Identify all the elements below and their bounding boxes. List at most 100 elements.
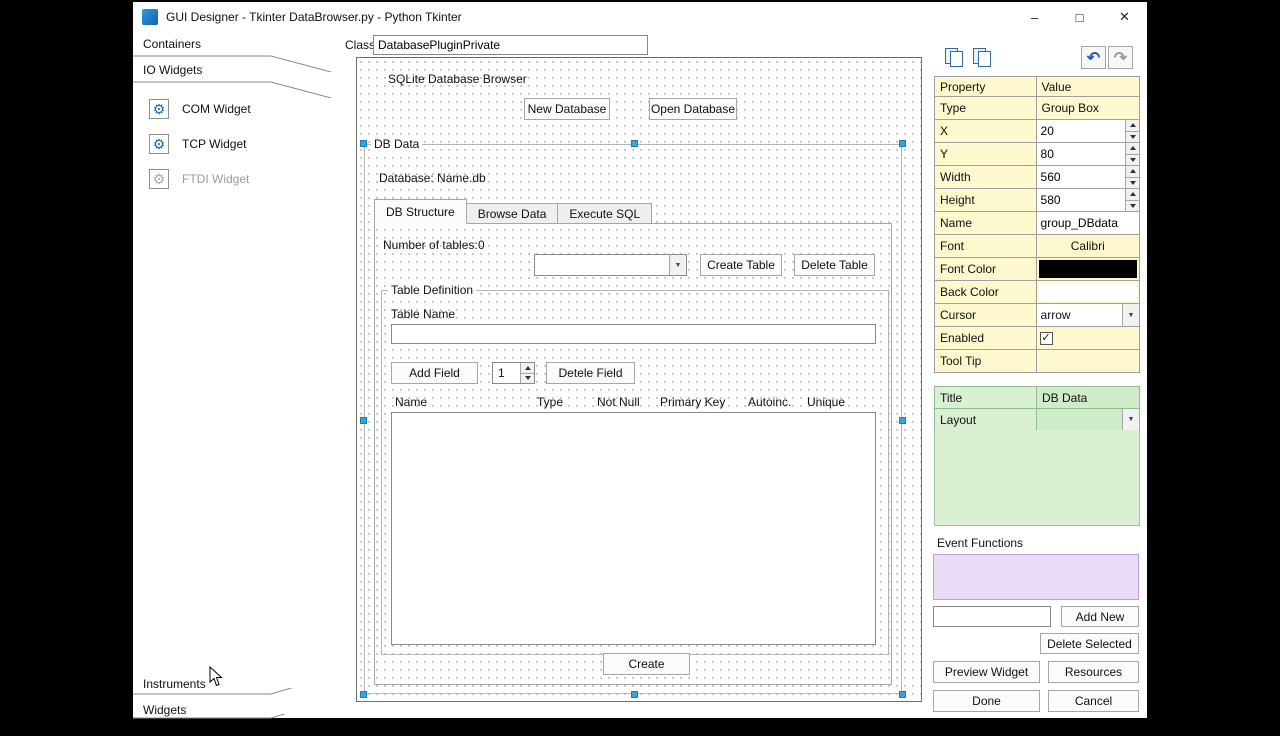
delete-table-button[interactable]: Delete Table (794, 254, 875, 276)
sidebar-section-label: Widgets (143, 703, 187, 717)
chevron-down-icon[interactable]: ▼ (1122, 409, 1139, 430)
property-row-back-color: Back Color (935, 281, 1140, 304)
cancel-button[interactable]: Cancel (1048, 690, 1139, 712)
copy-widget-icon[interactable] (944, 47, 964, 67)
chevron-down-icon[interactable]: ▼ (669, 255, 686, 275)
chevron-down-icon[interactable]: ▼ (1122, 304, 1139, 326)
selection-handle[interactable] (899, 140, 906, 147)
prop-value-x (1036, 120, 1140, 142)
selection-handle[interactable] (360, 691, 367, 698)
class-name-input[interactable] (373, 35, 648, 55)
app-window: GUI Designer - Tkinter DataBrowser.py - … (133, 2, 1147, 719)
delete-selected-button[interactable]: Delete Selected (1040, 633, 1139, 654)
close-button[interactable]: ✕ (1102, 2, 1147, 32)
design-canvas[interactable]: SQLite Database Browser New Database Ope… (356, 57, 922, 702)
spinner-down-icon[interactable] (1126, 199, 1139, 211)
spinner-up-icon[interactable] (1126, 189, 1139, 200)
tool-tip-value[interactable] (1037, 350, 1140, 372)
prop-value-height (1036, 189, 1140, 211)
spinner-up-icon[interactable] (1126, 166, 1139, 177)
property-row-enabled: Enabled ✓ (935, 327, 1140, 350)
selection-handle[interactable] (631, 691, 638, 698)
event-functions-listbox[interactable] (933, 554, 1139, 600)
spinner-down-icon[interactable] (1126, 130, 1139, 142)
window-title: GUI Designer - Tkinter DataBrowser.py - … (166, 10, 462, 24)
redo-button[interactable]: ↷ (1108, 46, 1133, 69)
prop-label: Name (935, 212, 1037, 234)
section-divider-line (133, 81, 332, 98)
selection-handle[interactable] (899, 417, 906, 424)
open-database-button[interactable]: Open Database (649, 98, 737, 120)
widget-item-com[interactable]: ⚙ COM Widget (149, 98, 251, 120)
font-color-swatch[interactable] (1036, 258, 1139, 280)
sidebar-section-instruments[interactable]: Instruments (133, 674, 332, 696)
header-property: Property (935, 77, 1037, 96)
green-spacer-area (934, 430, 1140, 526)
selection-handle[interactable] (360, 417, 367, 424)
paste-widget-icon[interactable] (972, 47, 992, 67)
table-name-input[interactable] (391, 324, 876, 344)
table-select-dropdown[interactable]: ▼ (534, 254, 687, 276)
create-table-button[interactable]: Create Table (700, 254, 782, 276)
property-row-tool-tip: Tool Tip (935, 350, 1140, 373)
event-function-input[interactable] (933, 606, 1051, 627)
spinner-down-icon[interactable] (1126, 176, 1139, 188)
font-button[interactable]: Calibri (1037, 235, 1140, 257)
db-data-groupbox[interactable]: DB Data Database: Name.db DB Structure B… (360, 137, 906, 698)
column-header-primary-key: Primary Key (660, 395, 726, 409)
height-input[interactable] (1036, 189, 1125, 211)
tab-browse-data[interactable]: Browse Data (466, 203, 559, 224)
tab-execute-sql[interactable]: Execute SQL (558, 203, 653, 224)
selection-handle[interactable] (360, 140, 367, 147)
property-row-type: Type Group Box (935, 97, 1140, 120)
prop-label: X (935, 120, 1037, 142)
widget-item-tcp[interactable]: ⚙ TCP Widget (149, 133, 246, 155)
titlebar: GUI Designer - Tkinter DataBrowser.py - … (133, 2, 1147, 32)
property-grid: Property Value Type Group Box X Y (934, 76, 1140, 373)
sidebar-section-io-widgets[interactable]: IO Widgets (133, 60, 332, 98)
sidebar-section-label: Containers (143, 37, 202, 51)
spinner-up-icon[interactable] (1126, 143, 1139, 154)
cursor-dropdown[interactable]: arrow ▼ (1036, 304, 1140, 326)
prop-label: Cursor (935, 304, 1037, 326)
back-color-swatch[interactable] (1036, 281, 1139, 303)
name-input[interactable] (1036, 212, 1139, 234)
delete-field-button[interactable]: Detele Field (546, 362, 635, 384)
resources-button[interactable]: Resources (1048, 661, 1139, 683)
done-button[interactable]: Done (933, 690, 1040, 712)
spinner-down-icon[interactable] (521, 372, 534, 383)
tab-db-structure[interactable]: DB Structure (374, 199, 467, 224)
minimize-button[interactable]: – (1012, 2, 1057, 32)
undo-button[interactable]: ↶ (1081, 46, 1106, 69)
y-input[interactable] (1036, 143, 1125, 165)
add-new-button[interactable]: Add New (1061, 606, 1139, 627)
sidebar-section-containers[interactable]: Containers (133, 34, 332, 72)
field-count-spinner[interactable]: 1 (492, 362, 535, 384)
fields-listbox[interactable] (391, 412, 876, 645)
property-grid-header: Property Value (935, 77, 1140, 97)
spinner-up-icon[interactable] (521, 363, 534, 373)
column-header-unique: Unique (807, 395, 846, 409)
layout-dropdown[interactable]: ▼ (1037, 409, 1139, 430)
spinner-up-icon[interactable] (1126, 120, 1139, 131)
number-of-tables-label: Number of tables: (383, 238, 478, 252)
widget-label: FTDI Widget (182, 172, 250, 186)
preview-widget-button[interactable]: Preview Widget (933, 661, 1040, 683)
groupbox-title: DB Data (371, 137, 423, 151)
selection-handle[interactable] (631, 140, 638, 147)
maximize-button[interactable]: □ (1057, 2, 1102, 32)
spinner-buttons (1125, 166, 1139, 188)
enabled-checkbox[interactable]: ✓ (1039, 331, 1053, 345)
sidebar-section-widgets[interactable]: Widgets (133, 700, 332, 722)
gear-glyph: ⚙ (152, 100, 166, 117)
add-field-button[interactable]: Add Field (391, 362, 478, 384)
selection-handle[interactable] (899, 691, 906, 698)
x-input[interactable] (1036, 120, 1125, 142)
title-input[interactable]: DB Data (1037, 387, 1139, 408)
title-label: Title (935, 387, 1037, 408)
database-name-label: Database: Name.db (379, 171, 486, 185)
create-button[interactable]: Create (603, 653, 690, 675)
width-input[interactable] (1036, 166, 1125, 188)
new-database-button[interactable]: New Database (524, 98, 610, 120)
spinner-down-icon[interactable] (1126, 153, 1139, 165)
